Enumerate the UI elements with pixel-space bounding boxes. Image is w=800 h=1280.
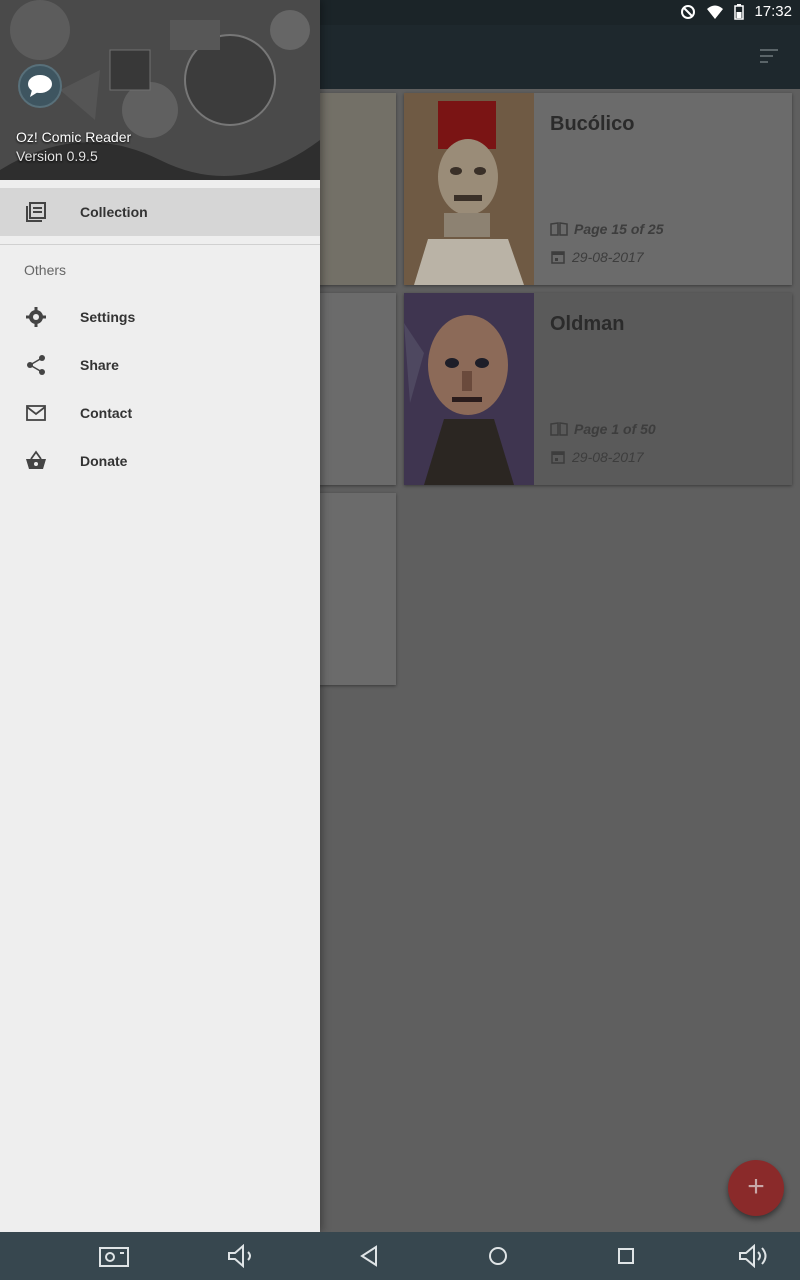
chat-bubble-icon	[28, 75, 52, 97]
system-nav-bar	[0, 1232, 800, 1280]
back-icon[interactable]	[354, 1244, 386, 1268]
comic-title: Bucólico	[550, 113, 635, 135]
comic-progress: Page 15 of 25	[550, 221, 664, 237]
drawer-item-contact[interactable]: Contact	[0, 389, 320, 437]
drawer-divider	[0, 244, 320, 245]
comic-cover	[404, 293, 534, 485]
comic-progress: Page 1 of 50	[550, 421, 656, 437]
comic-date-label: 29-08-2017	[572, 449, 644, 465]
sort-icon[interactable]	[758, 47, 780, 67]
comic-page-label: Page 15 of 25	[574, 221, 664, 237]
calendar-icon	[551, 251, 565, 264]
wifi-icon	[707, 5, 724, 19]
drawer-item-label: Share	[80, 357, 119, 373]
drawer-item-label: Contact	[80, 405, 133, 421]
comic-card-bucolico[interactable]: Bucólico Page 15 of 25 29-08-2017	[404, 93, 792, 285]
section-label-others: Others	[24, 262, 67, 278]
comic-title: Oldman	[550, 313, 625, 335]
battery-icon	[734, 3, 745, 20]
comic-card-oldman[interactable]: Oldman Page 1 of 50 29-08-2017	[404, 293, 792, 485]
drawer-item-donate[interactable]: Donate	[0, 437, 320, 485]
drawer-header: Oz! Comic Reader Version 0.9.5	[0, 0, 320, 180]
volume-down-icon[interactable]	[226, 1244, 258, 1268]
mail-icon	[26, 405, 46, 421]
comic-page-label: Page 1 of 50	[574, 421, 656, 437]
comic-date: 29-08-2017	[550, 249, 644, 265]
app-name: Oz! Comic Reader	[16, 129, 132, 145]
book-icon	[550, 222, 568, 236]
screenshot-icon[interactable]	[98, 1244, 130, 1268]
book-icon	[550, 422, 568, 436]
navigation-drawer: Oz! Comic Reader Version 0.9.5 Collectio…	[0, 0, 320, 1232]
drawer-item-label: Settings	[80, 309, 136, 325]
calendar-icon	[551, 451, 565, 464]
comic-date: 29-08-2017	[550, 449, 644, 465]
add-comic-button[interactable]: +	[728, 1160, 784, 1216]
share-icon	[27, 355, 45, 375]
basket-icon	[26, 450, 46, 469]
drawer-item-label: Collection	[80, 204, 148, 220]
collection-icon	[26, 202, 46, 222]
comic-cover	[404, 93, 534, 285]
do-not-disturb-icon	[681, 4, 696, 19]
comic-date-label: 29-08-2017	[572, 249, 644, 265]
drawer-item-share[interactable]: Share	[0, 341, 320, 389]
recents-icon[interactable]	[610, 1244, 642, 1268]
app-logo	[18, 64, 62, 108]
volume-up-icon[interactable]	[738, 1244, 770, 1268]
drawer-item-collection[interactable]: Collection	[0, 188, 320, 236]
home-icon[interactable]	[482, 1244, 514, 1268]
drawer-item-label: Donate	[80, 453, 128, 469]
settings-icon	[26, 307, 46, 327]
status-time: 17:32	[754, 3, 792, 20]
drawer-item-settings[interactable]: Settings	[0, 293, 320, 341]
app-version: Version 0.9.5	[16, 148, 98, 164]
